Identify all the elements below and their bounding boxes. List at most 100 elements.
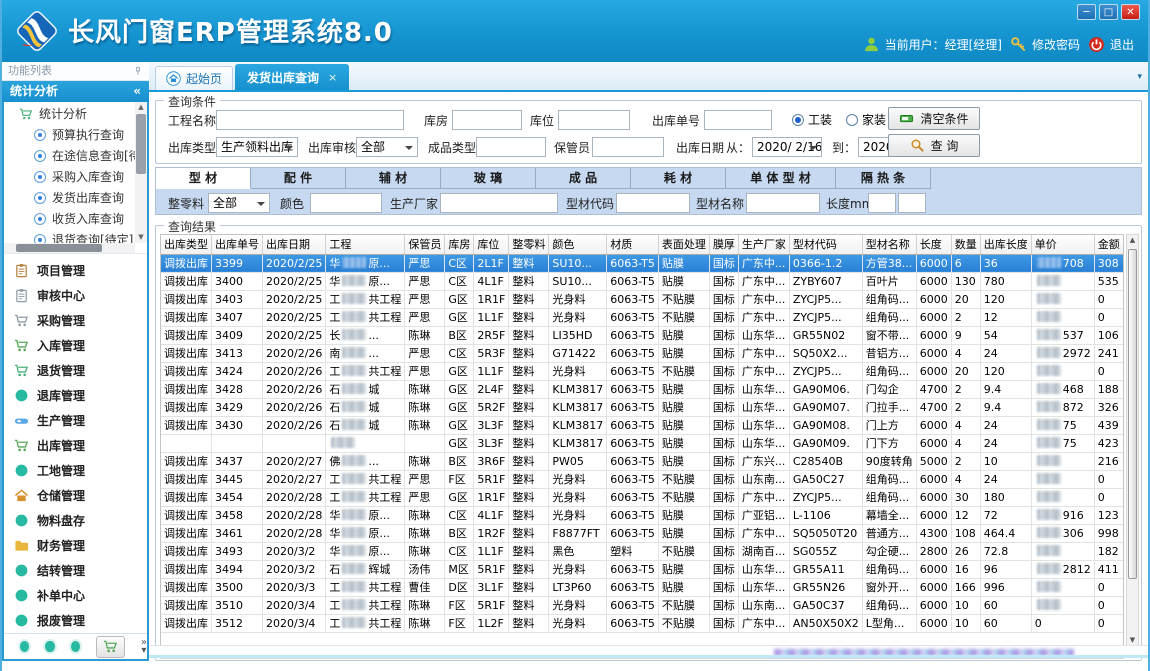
menu-item-物料盘存[interactable]: 物料盘存 (4, 508, 147, 533)
table-row[interactable]: 调拨出库34932020/3/2华原...陈琳C区1L1F整料黑色塑料不贴膜国标… (161, 542, 1123, 560)
column-header-生产厂家[interactable]: 生产厂家 (738, 235, 789, 254)
scroll-up-icon[interactable]: ▲ (1127, 236, 1138, 244)
menu-item-采购管理[interactable]: 采购管理 (4, 308, 147, 333)
table-row[interactable]: 调拨出库34372020/2/27佛...陈琳B区3R6F整料PW056063-… (161, 452, 1123, 470)
table-row[interactable]: 调拨出库34132020/2/26南...严思C区5R3F整料G71422606… (161, 344, 1123, 362)
scroll-up-icon[interactable]: ▲ (135, 102, 147, 113)
length-min-input[interactable] (868, 193, 896, 213)
column-header-型材名称[interactable]: 型材名称 (862, 235, 916, 254)
quick-dot-1[interactable] (20, 641, 29, 652)
collapse-icon[interactable]: « (133, 81, 141, 102)
sidebar-section-header[interactable]: 统计分析 « (2, 81, 149, 102)
pin-icon[interactable] (133, 66, 143, 76)
table-row[interactable]: 调拨出库34942020/3/2石辉城汤伟M区5R1F整料光身料6063-T5贴… (161, 560, 1123, 578)
table-row[interactable]: 调拨出库34542020/2/28工共工程严思G区1R1F整料光身料6063-T… (161, 488, 1123, 506)
tree-item[interactable]: 预算执行查询 (4, 124, 147, 145)
quick-cart-button[interactable] (96, 636, 125, 658)
table-row[interactable]: 调拨出库34242020/2/26工共工程严思G区1L1F整料光身料6063-T… (161, 362, 1123, 380)
column-header-库房[interactable]: 库房 (445, 235, 474, 254)
menu-item-补单中心[interactable]: 补单中心 (4, 583, 147, 608)
tree-item[interactable]: 在途信息查询[待 (4, 145, 147, 166)
out-type-select[interactable]: 生产领料出库 (216, 137, 298, 157)
subtab-隔热条[interactable]: 隔 热 条 (836, 168, 931, 189)
table-row[interactable]: 调拨出库34452020/2/27工共工程严思F区5R1F整料光身料6063-T… (161, 470, 1123, 488)
whole-part-select[interactable]: 全部 (208, 193, 270, 213)
table-row[interactable]: 调拨出库34282020/2/26石城陈琳G区2L4F整料KLM38176063… (161, 380, 1123, 398)
column-header-表面处理[interactable]: 表面处理 (658, 235, 709, 254)
clear-conditions-button[interactable]: 清空条件 (888, 107, 980, 130)
menu-item-出库管理[interactable]: 出库管理 (4, 433, 147, 458)
tab-close-icon[interactable]: × (328, 71, 337, 84)
subtab-成品[interactable]: 成 品 (536, 168, 631, 189)
tab-overflow-icon[interactable]: ▾ (1137, 72, 1142, 82)
table-row[interactable]: 调拨出库35122020/3/4工共工程陈琳F区1L2F整料光身料6063-T5… (161, 614, 1123, 632)
table-row[interactable]: 调拨出库34032020/2/25工共工程严思G区1R1F整料光身料6063-T… (161, 290, 1123, 308)
column-header-颜色[interactable]: 颜色 (549, 235, 607, 254)
tree-horizontal-scrollbar[interactable] (4, 243, 135, 253)
table-row[interactable]: G区3L3F整料KLM38176063-T5贴膜国标山东华...GA90M09.… (161, 434, 1123, 452)
profile-code-input[interactable] (616, 193, 690, 213)
manufacturer-input[interactable] (440, 193, 558, 213)
grid-vertical-scrollbar[interactable]: ▲ ▼ (1126, 234, 1139, 646)
maximize-button[interactable]: □ (1099, 4, 1118, 20)
subtab-辅材[interactable]: 辅 材 (346, 168, 441, 189)
column-header-工程[interactable]: 工程 (326, 235, 405, 254)
length-max-input[interactable] (898, 193, 926, 213)
menu-item-仓储管理[interactable]: 仓储管理 (4, 483, 147, 508)
column-header-材质[interactable]: 材质 (607, 235, 659, 254)
table-row[interactable]: 调拨出库34582020/2/28华原...陈琳C区4L1F整料光身料6063-… (161, 506, 1123, 524)
subtab-型材[interactable]: 型 材 (156, 168, 251, 189)
menu-item-退货管理[interactable]: 退货管理 (4, 358, 147, 383)
column-header-型材代码[interactable]: 型材代码 (789, 235, 862, 254)
audit-select[interactable]: 全部 (356, 137, 418, 157)
product-type-input[interactable] (476, 137, 546, 157)
table-row[interactable]: 调拨出库34002020/2/25华原...严思C区4L1F整料SU10...6… (161, 272, 1123, 290)
close-button[interactable]: ✕ (1121, 4, 1140, 20)
radio-gongzhuang[interactable]: 工装 (792, 111, 832, 128)
column-header-出库类型[interactable]: 出库类型 (161, 235, 212, 254)
change-password-button[interactable]: 修改密码 (1010, 36, 1080, 53)
table-row[interactable]: 调拨出库35102020/3/4工共工程陈琳F区5R1F整料光身料6063-T5… (161, 596, 1123, 614)
column-header-出库日期[interactable]: 出库日期 (263, 235, 326, 254)
tree-root[interactable]: 统计分析 (4, 102, 147, 124)
menu-item-报废管理[interactable]: 报废管理 (4, 608, 147, 633)
search-button[interactable]: 查 询 (888, 134, 980, 157)
table-row[interactable]: 调拨出库35002020/3/3工共工程曹佳D区3L1F整料LT3P606063… (161, 578, 1123, 596)
quick-dot-2[interactable] (45, 641, 54, 652)
radio-jiazhuang[interactable]: 家装 (846, 111, 886, 128)
column-header-长度[interactable]: 长度 (916, 235, 951, 254)
column-header-库位[interactable]: 库位 (474, 235, 509, 254)
scroll-down-icon[interactable]: ▼ (135, 232, 147, 243)
column-header-单价[interactable]: 单价 (1031, 235, 1094, 254)
column-header-金额[interactable]: 金额 (1094, 235, 1123, 254)
tree-vertical-scrollbar[interactable]: ▲ ▼ (135, 102, 147, 243)
tab-shipment-outbound-query[interactable]: 发货出库查询 × (235, 64, 349, 90)
quick-dot-3[interactable] (71, 641, 80, 652)
profile-name-input[interactable] (746, 193, 820, 213)
menu-item-工地管理[interactable]: 工地管理 (4, 458, 147, 483)
tree-item[interactable]: 采购入库查询 (4, 166, 147, 187)
table-row[interactable]: 调拨出库34092020/2/25长...陈琳B区2R5F整料LI35HD606… (161, 326, 1123, 344)
table-row[interactable]: 调拨出库34302020/2/26石城陈琳G区3L3F整料KLM38176063… (161, 416, 1123, 434)
project-name-input[interactable] (216, 110, 404, 130)
subtab-配件[interactable]: 配 件 (251, 168, 346, 189)
menu-item-入库管理[interactable]: 入库管理 (4, 333, 147, 358)
warehouse-input[interactable] (452, 110, 522, 130)
location-input[interactable] (558, 110, 630, 130)
sidebar-more-button[interactable]: » ▾ (141, 639, 147, 655)
tree-item[interactable]: 收货入库查询 (4, 208, 147, 229)
column-header-保管员[interactable]: 保管员 (405, 235, 445, 254)
tree-item[interactable]: 发货出库查询 (4, 187, 147, 208)
subtab-单体型材[interactable]: 单 体 型 材 (726, 168, 836, 189)
column-header-出库长度[interactable]: 出库长度 (980, 235, 1031, 254)
menu-item-退库管理[interactable]: 退库管理 (4, 383, 147, 408)
scroll-down-icon[interactable]: ▼ (1127, 636, 1138, 644)
column-header-整零料[interactable]: 整零料 (509, 235, 549, 254)
table-row[interactable]: 调拨出库33992020/2/25华原...严思C区2L1F整料SU10...6… (161, 254, 1123, 272)
menu-item-生产管理[interactable]: 生产管理 (4, 408, 147, 433)
minimize-button[interactable]: ─ (1077, 4, 1096, 20)
menu-item-财务管理[interactable]: 财务管理 (4, 533, 147, 558)
date-from-select[interactable]: 2020/ 2/16 (752, 137, 822, 157)
menu-item-结转管理[interactable]: 结转管理 (4, 558, 147, 583)
color-input[interactable] (310, 193, 382, 213)
